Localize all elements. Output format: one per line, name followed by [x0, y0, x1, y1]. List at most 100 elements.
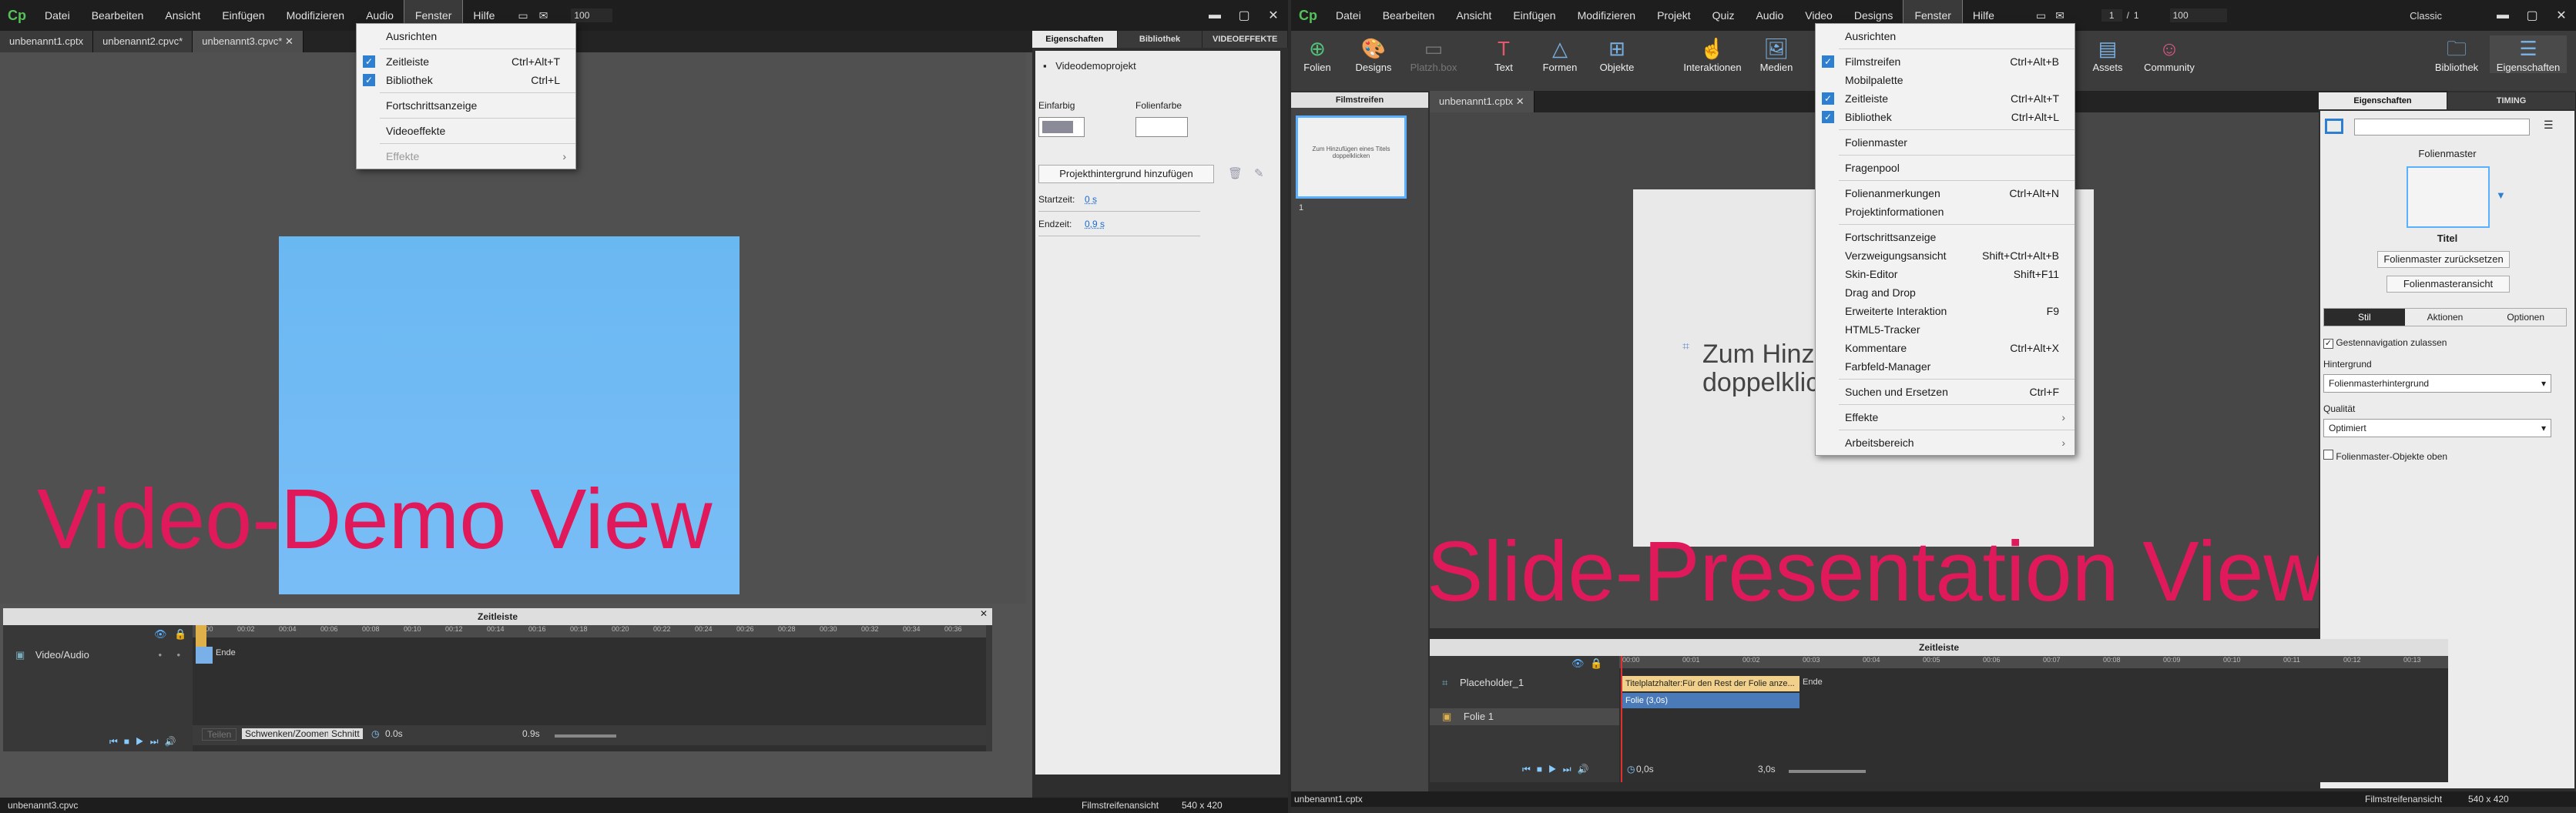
- lock-icon[interactable]: 🔒: [1590, 657, 1602, 670]
- master-dropdown-icon[interactable]: ▼: [2496, 189, 2506, 201]
- teilen-button[interactable]: Teilen: [202, 728, 237, 741]
- tab-unbenannt1[interactable]: unbenannt1.cptx: [0, 31, 94, 52]
- menu-item-html5-tracker[interactable]: HTML5-Tracker: [1816, 320, 2075, 339]
- menu-item-arbeitsbereich[interactable]: Arbeitsbereich ›: [1816, 433, 2075, 452]
- menu-item-ausrichten[interactable]: Ausrichten: [1816, 27, 2075, 45]
- menu-item-zeitleiste[interactable]: ✓ Zeitleiste Ctrl+Alt+T: [357, 52, 575, 71]
- bibliothek-button[interactable]: 🗀 Bibliothek: [2430, 35, 2484, 73]
- menu-item-kommentare[interactable]: Kommentare Ctrl+Alt+X: [1816, 339, 2075, 357]
- menu-item-videoeffekte[interactable]: Videoeffekte: [357, 122, 575, 140]
- menu-item-effekte[interactable]: Effekte ›: [1816, 408, 2075, 427]
- menu-item-projektinformationen[interactable]: Projektinformationen: [1816, 202, 2075, 221]
- menu-item-folienanmerkungen[interactable]: Folienanmerkungen Ctrl+Alt+N: [1816, 184, 2075, 202]
- menu-item-mobilpalette[interactable]: Mobilpalette: [1816, 71, 2075, 89]
- menu-item-verzweigungsansicht[interactable]: Verzweigungsansicht Shift+Ctrl+Alt+B: [1816, 246, 2075, 265]
- right-menu-projekt[interactable]: Projekt: [1646, 0, 1702, 31]
- zoom-slider[interactable]: [555, 734, 616, 738]
- folienfarbe-swatch[interactable]: [1135, 117, 1188, 137]
- maximize-icon[interactable]: ▢: [1229, 8, 1259, 23]
- right-menu-ansicht[interactable]: Ansicht: [1445, 0, 1502, 31]
- timeline-ruler[interactable]: 00:0000:0200:0400:0600:0800:1000:1200:14…: [193, 625, 986, 637]
- menu-item-fortschrittsanzeige[interactable]: Fortschrittsanzeige: [1816, 228, 2075, 246]
- track-placeholder[interactable]: ⌗ Placeholder_1: [1430, 674, 1619, 691]
- track-folie[interactable]: ▣ Folie 1: [1430, 708, 1619, 725]
- tab-aktionen[interactable]: Aktionen: [2405, 309, 2486, 326]
- menu-item-erweiterte-interaktion[interactable]: Erweiterte Interaktion F9: [1816, 302, 2075, 320]
- menu-item-skin-editor[interactable]: Skin-Editor Shift+F11: [1816, 265, 2075, 283]
- eye-icon[interactable]: 👁: [154, 628, 167, 641]
- close-icon[interactable]: ✕: [1259, 8, 1288, 23]
- tab-unbenannt3[interactable]: unbenannt3.cpvc* ✕: [193, 31, 304, 52]
- slide-bar[interactable]: Folie (3,0s): [1622, 693, 1800, 708]
- tab-unbenannt1[interactable]: unbenannt1.cptx ✕: [1430, 91, 1535, 112]
- right-menu-modifizieren[interactable]: Modifizieren: [1567, 0, 1646, 31]
- gesten-checkbox-row[interactable]: ✓ Gestennavigation zulassen: [2323, 337, 2447, 349]
- list-icon[interactable]: ☰: [2544, 119, 2554, 132]
- menu-item-folienmaster[interactable]: Folienmaster: [1816, 133, 2075, 152]
- left-menu-ansicht[interactable]: Ansicht: [154, 0, 211, 31]
- interaktionen-button[interactable]: ☝ Interaktionen: [1679, 35, 1746, 73]
- medien-button[interactable]: 🖼 Medien: [1753, 35, 1800, 73]
- tab-eigenschaften[interactable]: Eigenschaften: [1032, 31, 1118, 48]
- left-menu-bearbeiten[interactable]: Bearbeiten: [81, 0, 155, 31]
- schwenken-zoomen-button[interactable]: Schwenken/Zoomen: [242, 728, 333, 739]
- left-menu-einf-gen[interactable]: Einfügen: [211, 0, 275, 31]
- assets-button[interactable]: ▤ Assets: [2085, 35, 2131, 73]
- slide-thumbnail[interactable]: Zum Hinzufügen eines Titels doppelklicke…: [1296, 115, 1407, 199]
- menu-item-bibliothek[interactable]: ✓ Bibliothek Ctrl+Alt+L: [1816, 108, 2075, 126]
- menu-item-drag-and-drop[interactable]: Drag and Drop: [1816, 283, 2075, 302]
- right-menu-einf-gen[interactable]: Einfügen: [1502, 0, 1566, 31]
- master-view-button[interactable]: Folienmasteransicht: [2386, 276, 2510, 293]
- maximize-icon[interactable]: ▢: [2517, 8, 2547, 23]
- startzeit-value[interactable]: 0 s: [1085, 194, 1097, 205]
- video-clip[interactable]: [196, 647, 213, 664]
- menu-item-bibliothek[interactable]: ✓ Bibliothek Ctrl+L: [357, 71, 575, 89]
- right-menu-quiz[interactable]: Quiz: [1702, 0, 1746, 31]
- checkbox-icon[interactable]: [2323, 450, 2333, 460]
- minimize-icon[interactable]: ▬: [2488, 8, 2517, 22]
- schnitt-button[interactable]: Schnitt: [328, 728, 363, 739]
- track-video-audio[interactable]: ▣ Video/Audio • •: [3, 647, 193, 664]
- screen-icon[interactable]: ▭: [2036, 9, 2046, 22]
- menu-item-zeitleiste[interactable]: ✓ Zeitleiste Ctrl+Alt+T: [1816, 89, 2075, 108]
- menu-item-filmstreifen[interactable]: ✓ Filmstreifen Ctrl+Alt+B: [1816, 52, 2075, 71]
- menu-item-farbfeld-manager[interactable]: Farbfeld-Manager: [1816, 357, 2075, 376]
- left-menu-datei[interactable]: Datei: [34, 0, 81, 31]
- reset-master-button[interactable]: Folienmaster zurücksetzen: [2377, 251, 2510, 268]
- workspace-select[interactable]: Classic: [2410, 10, 2442, 22]
- placeholder-bar[interactable]: Titelplatzhalter:Für den Rest der Folie …: [1622, 676, 1800, 691]
- platzhalterbox-button[interactable]: ▭ Platzh.box: [1407, 35, 1461, 73]
- objekte-button[interactable]: ⊞ Objekte: [1592, 35, 1642, 73]
- timeline-close-icon[interactable]: ✕: [980, 608, 988, 619]
- right-menu-bearbeiten[interactable]: Bearbeiten: [1372, 0, 1446, 31]
- zoom-slider[interactable]: [1789, 770, 1866, 773]
- trash-icon[interactable]: 🗑: [1228, 166, 1243, 180]
- folien-button[interactable]: ⊕ Folien: [1294, 35, 1340, 73]
- tab-stil[interactable]: Stil: [2324, 309, 2405, 326]
- endzeit-value[interactable]: 0,9 s: [1085, 219, 1105, 229]
- objekte-oben-row[interactable]: Folienmaster-Objekte oben: [2323, 450, 2447, 462]
- tab-close-icon[interactable]: ✕: [1516, 95, 1524, 107]
- tab-bibliothek[interactable]: Bibliothek: [1118, 31, 1203, 48]
- eigenschaften-button[interactable]: ☰ Eigenschaften: [2490, 35, 2567, 73]
- tab-close-icon[interactable]: ✕: [285, 35, 293, 47]
- slide-num[interactable]: 1: [2101, 9, 2122, 22]
- master-thumbnail[interactable]: [2407, 166, 2490, 228]
- tab-optionen[interactable]: Optionen: [2485, 309, 2566, 326]
- tab-eigenschaften[interactable]: Eigenschaften: [2319, 92, 2447, 109]
- qualitaet-select[interactable]: Optimiert ▾: [2323, 419, 2551, 437]
- mail-icon[interactable]: ✉: [539, 9, 548, 22]
- tab-videoeffekte[interactable]: VIDEOEFFEKTE: [1202, 31, 1288, 48]
- menu-item-ausrichten[interactable]: Ausrichten: [357, 27, 575, 45]
- tab-unbenannt2[interactable]: unbenannt2.cpvc*: [93, 31, 193, 52]
- menu-item-fragenpool[interactable]: Fragenpool: [1816, 159, 2075, 177]
- hintergrund-select[interactable]: Folienmasterhintergrund ▾: [2323, 374, 2551, 393]
- playhead[interactable]: [196, 625, 206, 648]
- slide-name-input[interactable]: [2354, 119, 2530, 136]
- tab-timing[interactable]: TIMING: [2447, 92, 2576, 109]
- add-project-background-button[interactable]: Projekthintergrund hinzufügen: [1038, 165, 1214, 183]
- formen-button[interactable]: △ Formen: [1535, 35, 1585, 73]
- left-menu-modifizieren[interactable]: Modifizieren: [276, 0, 355, 31]
- timeline-ruler[interactable]: 00:00 00:01 00:02 00:03 00:04 00:05 00:06 00:07…: [1619, 656, 2448, 668]
- menu-item-suchen-und-ersetzen[interactable]: Suchen und Ersetzen Ctrl+F: [1816, 383, 2075, 401]
